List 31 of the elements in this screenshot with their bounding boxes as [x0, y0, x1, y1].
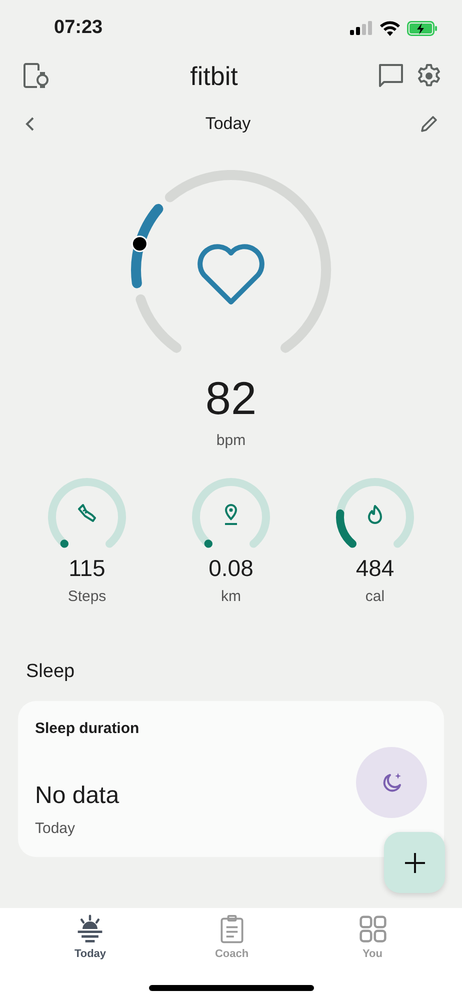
- settings-icon[interactable]: [416, 63, 442, 89]
- signal-icon: [350, 21, 373, 35]
- heart-rate-unit: bpm: [215, 432, 247, 449]
- stat-label: Steps: [68, 588, 106, 605]
- sleep-value: No data: [35, 782, 120, 810]
- edit-icon[interactable]: [420, 115, 438, 133]
- card-date: Today: [35, 820, 76, 837]
- back-chevron-icon[interactable]: [24, 116, 36, 132]
- location-pin-icon: [225, 504, 237, 525]
- shoe-icon: [78, 504, 96, 522]
- app-logo: fitbit: [190, 60, 238, 92]
- battery-charging-icon: [407, 20, 438, 36]
- grid-icon: [358, 914, 388, 944]
- stat-label: cal: [365, 588, 385, 605]
- wifi-icon: [380, 20, 400, 36]
- stat-label: km: [221, 588, 241, 605]
- devices-icon[interactable]: [22, 62, 50, 90]
- stat-value: 0.08: [208, 555, 254, 582]
- date-label: Today: [205, 114, 251, 134]
- section-heading: Sleep: [25, 661, 76, 683]
- flame-icon: [368, 505, 382, 524]
- sleep-card[interactable]: Sleep duration No data Today: [18, 701, 444, 857]
- heart-rate-value: 82: [204, 372, 258, 424]
- stat-value: 484: [356, 555, 394, 582]
- stat-value: 115: [68, 555, 106, 582]
- status-time: 07:23: [54, 17, 103, 39]
- card-title: Sleep duration: [35, 720, 140, 737]
- add-button[interactable]: [384, 832, 445, 893]
- chat-icon[interactable]: [378, 63, 404, 89]
- plus-icon: [404, 852, 424, 872]
- nav-tab[interactable]: Today: [66, 908, 114, 999]
